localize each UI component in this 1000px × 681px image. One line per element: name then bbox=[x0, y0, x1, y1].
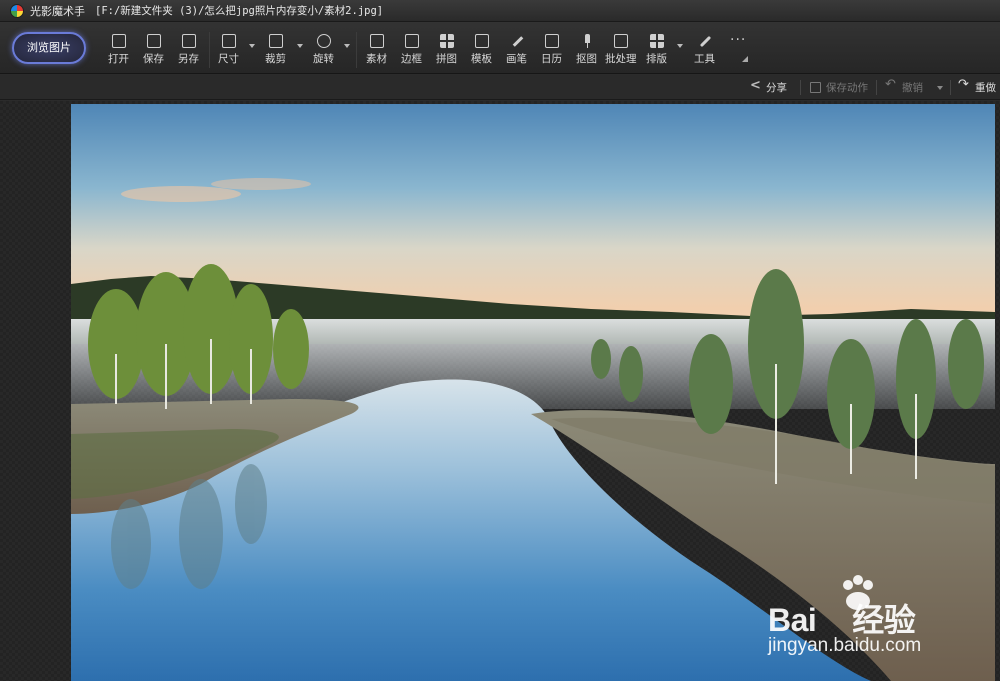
redo-icon bbox=[958, 77, 970, 93]
title-bar: 光影魔术手 [F:/新建文件夹 (3)/怎么把jpg照片内存变小/素材2.jpg… bbox=[0, 0, 1000, 22]
wrench-icon bbox=[698, 34, 712, 48]
share-label: 分享 bbox=[766, 82, 787, 94]
action-bar: 分享 保存动作 撤销 重做 bbox=[0, 75, 1000, 100]
expand-toolbar-icon[interactable] bbox=[742, 56, 748, 62]
undo-button[interactable]: 撤销 bbox=[885, 77, 923, 95]
cutout-label: 抠图 bbox=[576, 53, 597, 65]
resize-dropdown-arrow-icon[interactable] bbox=[249, 44, 255, 48]
layout-label: 排版 bbox=[646, 53, 667, 65]
action-divider bbox=[876, 80, 877, 95]
save-icon bbox=[146, 34, 161, 48]
tools-label: 工具 bbox=[694, 53, 715, 65]
brush-icon bbox=[510, 34, 524, 48]
crop-icon bbox=[268, 34, 283, 48]
crop-dropdown-arrow-icon[interactable] bbox=[297, 44, 303, 48]
layout-button[interactable]: 排版 bbox=[646, 34, 667, 68]
file-path-title: [F:/新建文件夹 (3)/怎么把jpg照片内存变小/素材2.jpg] bbox=[95, 5, 384, 17]
batch-button[interactable]: 批处理 bbox=[605, 34, 637, 68]
rotate-label: 旋转 bbox=[313, 53, 334, 65]
layout-icon bbox=[649, 34, 664, 48]
save-action-label: 保存动作 bbox=[826, 82, 868, 94]
template-icon bbox=[474, 34, 489, 48]
sticker-button[interactable]: 素材 bbox=[366, 34, 387, 68]
sticker-icon bbox=[369, 34, 384, 48]
app-title: 光影魔术手 bbox=[30, 4, 85, 18]
collage-icon bbox=[439, 34, 454, 48]
frame-label: 边框 bbox=[401, 53, 422, 65]
action-divider bbox=[950, 80, 951, 95]
calendar-label: 日历 bbox=[541, 53, 562, 65]
app-logo-icon bbox=[10, 3, 24, 18]
brush-button[interactable]: 画笔 bbox=[506, 34, 527, 68]
watermark-url: jingyan.baidu.com bbox=[768, 635, 922, 656]
calendar-button[interactable]: 日历 bbox=[541, 34, 562, 68]
save-as-button[interactable]: 另存 bbox=[178, 34, 199, 68]
more-tools-button[interactable]: ··· bbox=[730, 32, 746, 48]
batch-label: 批处理 bbox=[605, 53, 637, 65]
sticker-label: 素材 bbox=[366, 53, 387, 65]
brush-label: 画笔 bbox=[506, 53, 527, 65]
collage-label: 拼图 bbox=[436, 53, 457, 65]
save-label: 保存 bbox=[143, 53, 164, 65]
open-button[interactable]: 打开 bbox=[108, 34, 129, 68]
template-label: 模板 bbox=[471, 53, 492, 65]
resize-button[interactable]: 尺寸 bbox=[218, 34, 239, 68]
batch-icon bbox=[613, 34, 628, 48]
save-button[interactable]: 保存 bbox=[143, 34, 164, 68]
open-image-icon bbox=[111, 34, 126, 48]
undo-dropdown-arrow-icon[interactable] bbox=[937, 86, 943, 90]
baidu-watermark: Bai 经验 jingyan.baidu.com bbox=[768, 575, 958, 665]
template-button[interactable]: 模板 bbox=[471, 34, 492, 68]
crop-label: 裁剪 bbox=[265, 53, 286, 65]
calendar-icon bbox=[544, 34, 559, 48]
resize-icon bbox=[221, 34, 236, 48]
rotate-dropdown-arrow-icon[interactable] bbox=[344, 44, 350, 48]
undo-label: 撤销 bbox=[902, 82, 923, 94]
rotate-icon bbox=[316, 34, 331, 48]
watermark-brand-cn: 经验 bbox=[852, 602, 916, 638]
collage-button[interactable]: 拼图 bbox=[436, 34, 457, 68]
frame-button[interactable]: 边框 bbox=[401, 34, 422, 68]
watermark-brand-text: Bai bbox=[768, 602, 817, 638]
share-button[interactable]: 分享 bbox=[750, 78, 787, 95]
crop-button[interactable]: 裁剪 bbox=[265, 34, 286, 68]
save-action-button[interactable]: 保存动作 bbox=[810, 80, 868, 95]
frame-icon bbox=[404, 34, 419, 48]
save-action-icon bbox=[810, 82, 821, 93]
resize-label: 尺寸 bbox=[218, 53, 239, 65]
share-icon bbox=[750, 78, 761, 93]
redo-button[interactable]: 重做 bbox=[958, 77, 996, 95]
main-toolbar: 浏览图片 打开 保存 另存 尺寸 裁剪 旋转 素材 边框 拼图 模板 画笔 日历… bbox=[0, 22, 1000, 74]
tools-button[interactable]: 工具 bbox=[694, 34, 715, 68]
open-label: 打开 bbox=[108, 53, 129, 65]
redo-label: 重做 bbox=[975, 82, 996, 94]
action-divider bbox=[800, 80, 801, 95]
browse-images-button[interactable]: 浏览图片 bbox=[12, 32, 86, 64]
undo-icon bbox=[885, 77, 897, 93]
rotate-button[interactable]: 旋转 bbox=[313, 34, 334, 68]
save-as-label: 另存 bbox=[178, 53, 199, 65]
toolbar-divider bbox=[209, 32, 210, 68]
save-as-icon bbox=[181, 34, 196, 48]
cutout-button[interactable]: 抠图 bbox=[576, 34, 597, 68]
layout-dropdown-arrow-icon[interactable] bbox=[677, 44, 683, 48]
cutout-icon bbox=[580, 34, 594, 48]
toolbar-divider bbox=[356, 32, 357, 68]
